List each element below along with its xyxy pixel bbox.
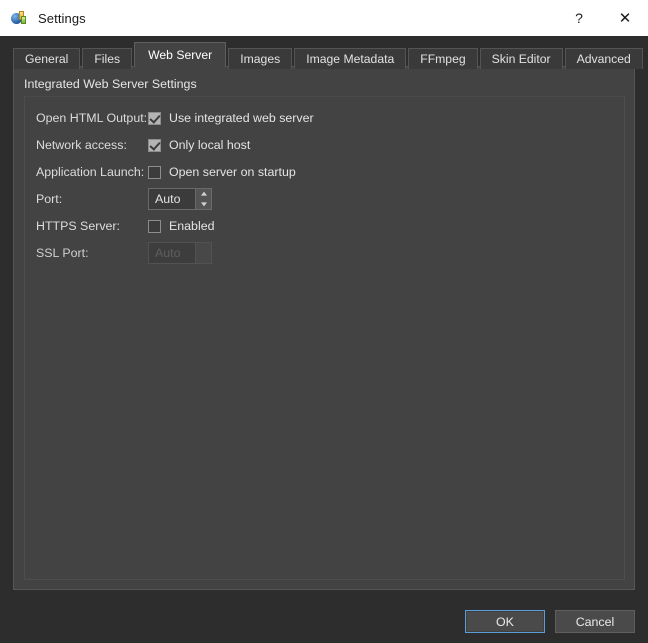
row-port: Port: Auto (36, 186, 314, 212)
use-integrated-web-server-checkbox[interactable]: Use integrated web server (148, 111, 314, 125)
dialog-footer: OK Cancel (0, 600, 648, 643)
row-application-launch: Application Launch: Open server on start… (36, 159, 314, 185)
ssl-port-label: SSL Port: (36, 246, 89, 260)
help-icon[interactable]: ? (556, 0, 602, 36)
checkbox-checked-icon[interactable] (148, 138, 161, 152)
only-local-host-checkbox[interactable]: Only local host (148, 138, 250, 152)
application-launch-label: Application Launch: (36, 165, 145, 179)
open-server-on-startup-checkbox[interactable]: Open server on startup (148, 165, 296, 179)
chevron-down-icon[interactable] (196, 199, 211, 209)
network-access-label: Network access: (36, 138, 127, 152)
row-https-server: HTTPS Server: Enabled (36, 213, 314, 239)
use-integrated-web-server-label: Use integrated web server (169, 111, 314, 125)
settings-window: Settings ? ✕ General Files Web Server Im… (0, 0, 648, 643)
settings-tabs: General Files Web Server Images Image Me… (13, 42, 645, 69)
tab-general[interactable]: General (13, 48, 81, 69)
https-server-label: HTTPS Server: (36, 219, 120, 233)
ssl-port-value: Auto (155, 246, 181, 260)
app-chart-icon (11, 10, 27, 26)
chevron-down-icon (196, 253, 211, 263)
row-open-html-output: Open HTML Output: Use integrated web ser… (36, 105, 314, 131)
only-local-host-label: Only local host (169, 138, 251, 152)
close-icon[interactable]: ✕ (602, 0, 648, 36)
port-spinbox[interactable]: Auto (148, 188, 212, 210)
chevron-up-icon[interactable] (196, 189, 211, 199)
open-server-on-startup-label: Open server on startup (169, 165, 296, 179)
web-server-panel: Integrated Web Server Settings Open HTML… (13, 66, 635, 590)
checkbox-checked-icon[interactable] (148, 111, 161, 125)
row-network-access: Network access: Only local host (36, 132, 314, 158)
tab-advanced[interactable]: Advanced (564, 48, 643, 69)
open-html-output-label: Open HTML Output: (36, 111, 148, 125)
port-value[interactable]: Auto (149, 189, 195, 209)
cancel-button[interactable]: Cancel (555, 610, 635, 633)
checkbox-unchecked-icon[interactable] (148, 165, 161, 179)
port-stepper[interactable] (195, 189, 211, 209)
ssl-port-spinbox: Auto (148, 242, 212, 264)
ssl-port-stepper (195, 243, 211, 263)
https-enabled-checkbox[interactable]: Enabled (148, 219, 214, 233)
web-server-form: Open HTML Output: Use integrated web ser… (36, 105, 314, 267)
window-title: Settings (38, 10, 86, 26)
chevron-up-icon (196, 243, 211, 253)
port-label: Port: (36, 192, 63, 206)
tab-ffmpeg[interactable]: FFmpeg (408, 48, 478, 69)
ok-button[interactable]: OK (465, 610, 545, 633)
checkbox-unchecked-icon[interactable] (148, 219, 161, 233)
tab-files[interactable]: Files (82, 48, 133, 69)
window-controls: ? ✕ (556, 0, 648, 36)
row-ssl-port: SSL Port: Auto (36, 240, 314, 266)
tab-skin-editor[interactable]: Skin Editor (479, 48, 563, 69)
tab-images[interactable]: Images (228, 48, 293, 69)
https-enabled-label: Enabled (169, 219, 215, 233)
group-title: Integrated Web Server Settings (24, 77, 197, 91)
title-bar: Settings ? ✕ (0, 0, 648, 36)
tab-web-server[interactable]: Web Server (134, 42, 227, 67)
tab-image-metadata[interactable]: Image Metadata (294, 48, 407, 69)
